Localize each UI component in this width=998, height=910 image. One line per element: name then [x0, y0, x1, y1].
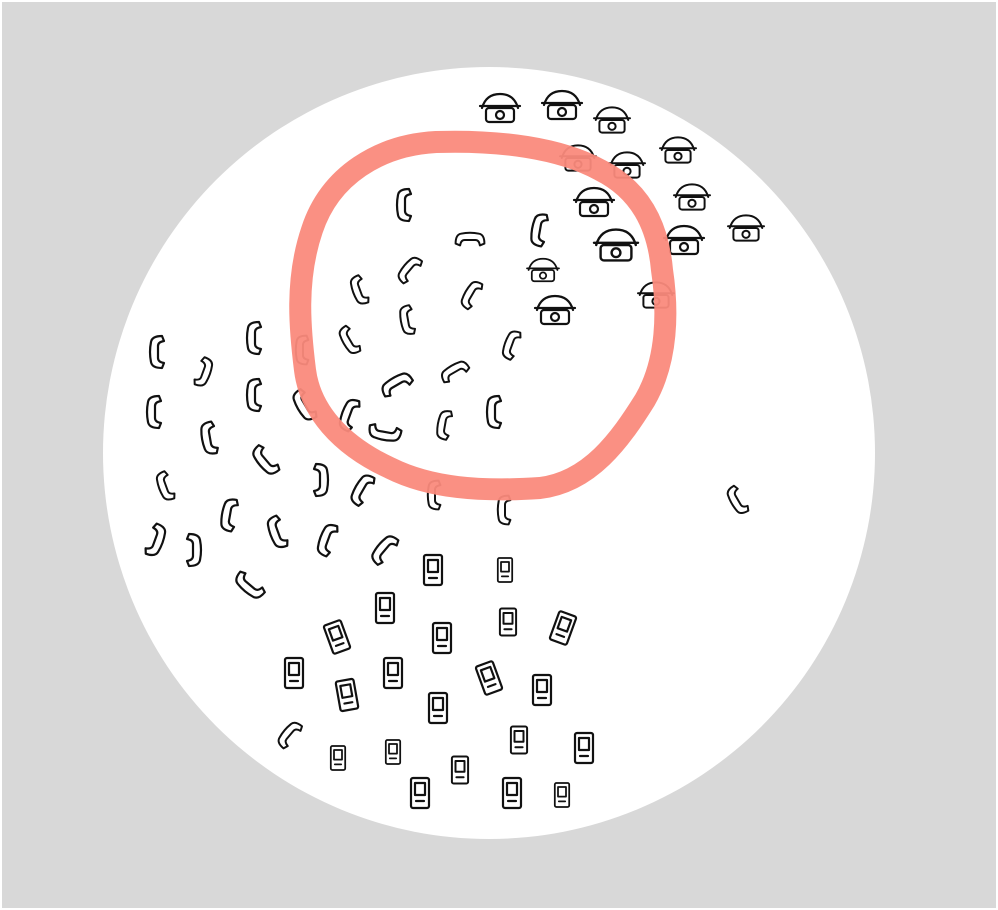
white-circle — [103, 67, 875, 839]
drawing-canvas — [103, 67, 875, 839]
